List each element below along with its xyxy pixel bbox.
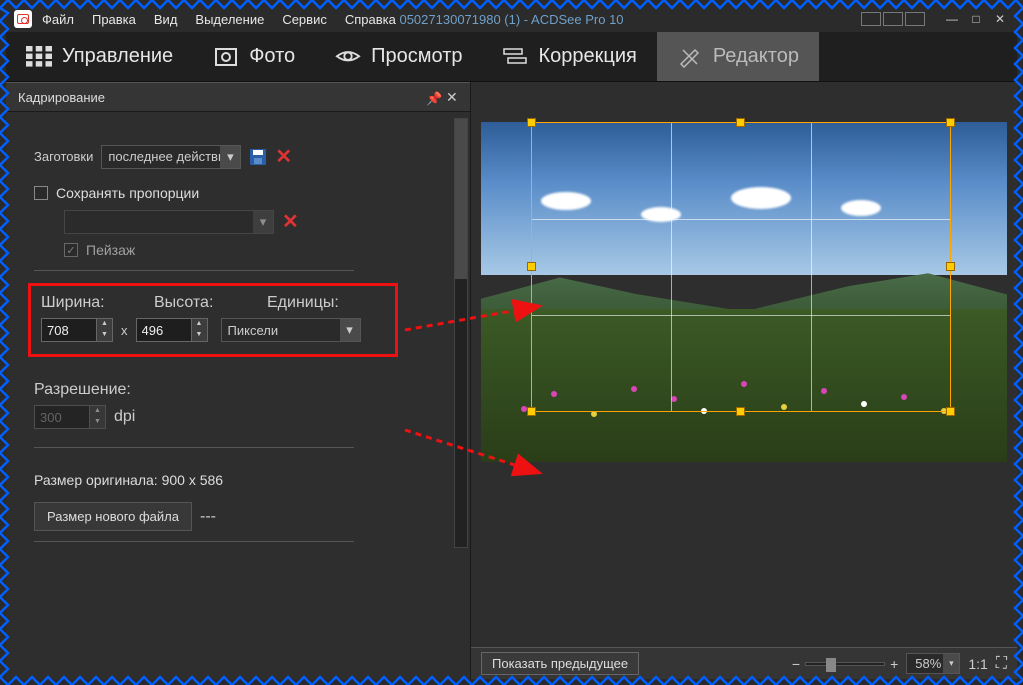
dpi-label: dpi [114, 408, 135, 426]
crop-handle-w[interactable] [527, 262, 536, 271]
mode-tabs: Управление Фото Просмотр Коррекция Редак… [6, 32, 1017, 82]
tab-develop-label: Коррекция [538, 45, 636, 68]
show-previous-button[interactable]: Показать предыдущее [481, 652, 639, 675]
width-input[interactable]: ▲▼ [41, 318, 113, 342]
resolution-input[interactable]: ▲▼ [34, 405, 106, 429]
zoom-combo[interactable]: 58% ▾ [906, 653, 960, 674]
presets-label: Заготовки [34, 149, 93, 164]
preview-area: Показать предыдущее − + 58% ▾ 1:1 ⛶ [471, 82, 1017, 679]
app-icon [14, 10, 32, 28]
crop-handle-se[interactable] [946, 407, 955, 416]
keep-proportions-label: Сохранять пропорции [56, 185, 199, 201]
width-spinner[interactable]: ▲▼ [97, 318, 113, 342]
presets-combo[interactable]: последнее действи ▾ [101, 145, 241, 169]
crop-handle-sw[interactable] [527, 407, 536, 416]
new-file-size-button[interactable]: Размер нового файла [34, 502, 192, 531]
actual-size-button[interactable]: 1:1 [968, 656, 987, 672]
chevron-down-icon: ▾ [340, 319, 360, 341]
clear-aspect-icon[interactable]: ✕ [282, 209, 299, 234]
window-title: 05027130071980 (1) - ACDSee Pro 10 [399, 12, 623, 27]
chevron-down-icon: ▾ [220, 146, 240, 168]
maximize-button[interactable]: □ [967, 12, 985, 26]
resolution-field[interactable] [34, 405, 90, 429]
menu-tools[interactable]: Сервис [282, 12, 327, 27]
height-field[interactable] [136, 318, 192, 342]
divider [34, 447, 354, 448]
units-combo[interactable]: Пиксели ▾ [221, 318, 361, 342]
tab-edit[interactable]: Редактор [657, 32, 819, 81]
x-separator: x [118, 323, 131, 338]
keep-proportions-checkbox[interactable] [34, 186, 48, 200]
tab-manage[interactable]: Управление [6, 32, 193, 81]
crop-handle-ne[interactable] [946, 118, 955, 127]
menubar: Файл Правка Вид Выделение Сервис Справка [42, 12, 396, 27]
menu-select[interactable]: Выделение [195, 12, 264, 27]
aspect-ratio-combo[interactable]: ▾ [64, 210, 274, 234]
zoom-out-icon[interactable]: − [792, 656, 800, 672]
panel-title: Кадрирование [18, 90, 105, 105]
height-label: Высота: [154, 294, 249, 312]
minimize-button[interactable]: — [943, 12, 961, 26]
tab-develop[interactable]: Коррекция [482, 32, 656, 81]
tab-view[interactable]: Просмотр [315, 32, 482, 81]
tab-manage-label: Управление [62, 45, 173, 68]
landscape-label: Пейзаж [86, 242, 135, 258]
width-field[interactable] [41, 318, 97, 342]
file-size-value: --- [200, 508, 216, 526]
titlebar: Файл Правка Вид Выделение Сервис Справка… [6, 6, 1017, 32]
resolution-spinner[interactable]: ▲▼ [90, 405, 106, 429]
tab-photo[interactable]: Фото [193, 32, 315, 81]
menu-view[interactable]: Вид [154, 12, 178, 27]
crop-handle-nw[interactable] [527, 118, 536, 127]
save-icon[interactable] [249, 148, 267, 166]
crop-handle-e[interactable] [946, 262, 955, 271]
delete-preset-icon[interactable]: ✕ [275, 144, 292, 169]
preview-toolbar: Показать предыдущее − + 58% ▾ 1:1 ⛶ [471, 647, 1017, 679]
panel-header: Кадрирование 📌 ✕ [6, 82, 470, 112]
chevron-down-icon: ▾ [943, 654, 959, 673]
photo-icon [213, 46, 239, 68]
sliders-icon [502, 46, 528, 68]
preview-canvas[interactable] [481, 92, 1007, 645]
panel-close-icon[interactable]: ✕ [446, 89, 458, 106]
close-button[interactable]: ✕ [991, 12, 1009, 26]
eye-icon [335, 46, 361, 68]
pin-icon[interactable]: 📌 [426, 91, 438, 103]
menu-file[interactable]: Файл [42, 12, 74, 27]
resolution-label: Разрешение: [34, 381, 460, 399]
layout-toggle[interactable] [861, 12, 925, 26]
divider [34, 541, 354, 542]
crop-rectangle[interactable] [531, 122, 951, 412]
width-label: Ширина: [41, 294, 136, 312]
menu-edit[interactable]: Правка [92, 12, 136, 27]
crop-handle-s[interactable] [736, 407, 745, 416]
height-input[interactable]: ▲▼ [136, 318, 208, 342]
ruler-pencil-icon [677, 46, 703, 68]
zoom-value: 58% [915, 656, 941, 671]
panel-scrollbar[interactable] [454, 118, 468, 548]
original-size-label: Размер оригинала: 900 x 586 [34, 472, 460, 488]
zoom-in-icon[interactable]: + [890, 656, 898, 672]
landscape-checkbox[interactable] [64, 243, 78, 257]
chevron-down-icon: ▾ [253, 211, 273, 233]
divider [34, 270, 354, 271]
tab-edit-label: Редактор [713, 45, 799, 68]
units-label: Единицы: [267, 294, 362, 312]
height-spinner[interactable]: ▲▼ [192, 318, 208, 342]
zoom-slider[interactable]: − + [792, 656, 898, 672]
fit-screen-icon[interactable]: ⛶ [996, 655, 1007, 673]
tab-photo-label: Фото [249, 45, 295, 68]
units-value: Пиксели [228, 323, 279, 338]
crop-handle-n[interactable] [736, 118, 745, 127]
menu-help[interactable]: Справка [345, 12, 396, 27]
grid-icon [26, 46, 52, 68]
presets-value: последнее действи [108, 149, 225, 164]
tab-view-label: Просмотр [371, 45, 462, 68]
dimensions-section: Ширина: Высота: Единицы: ▲▼ x ▲▼ [28, 283, 398, 357]
crop-panel: Кадрирование 📌 ✕ Заготовки последнее дей… [6, 82, 471, 679]
